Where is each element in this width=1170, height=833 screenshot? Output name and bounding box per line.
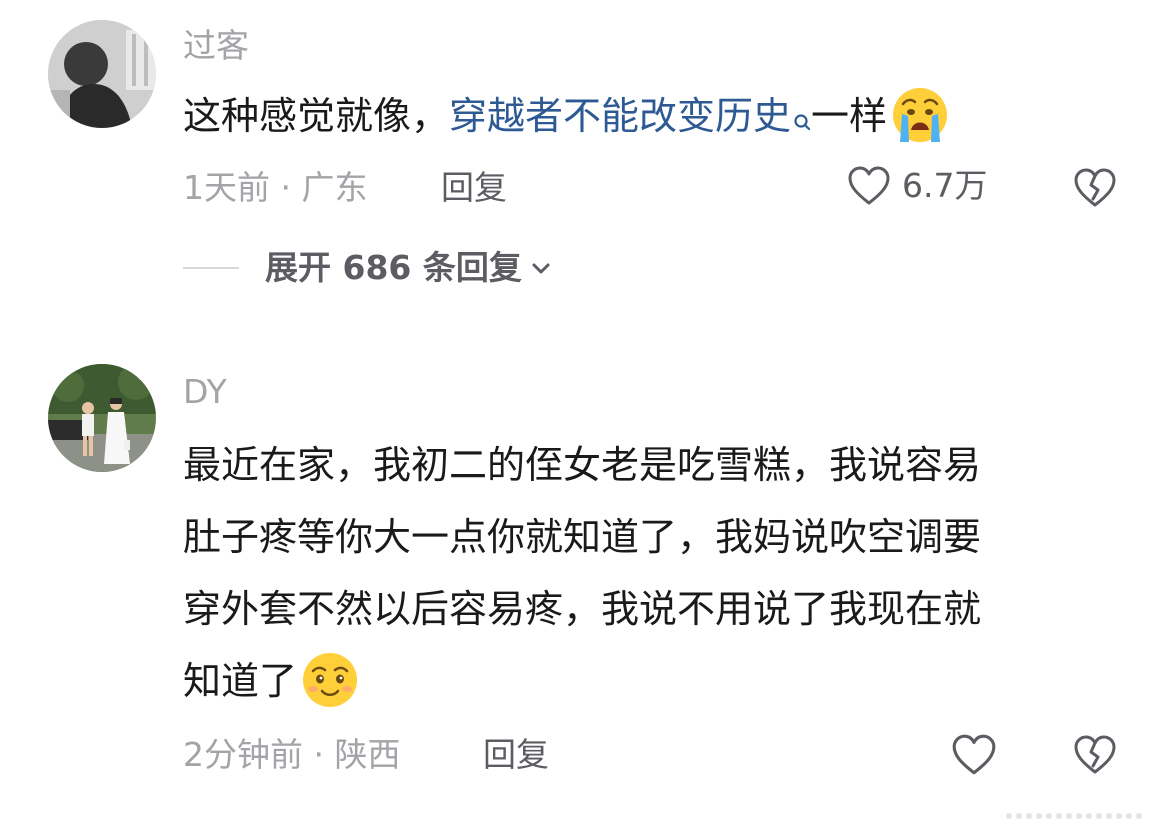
timestamp-location: 1天前 · 广东 xyxy=(183,168,368,207)
watermark-dots xyxy=(1006,813,1142,819)
comment-text-suffix: 一样 xyxy=(811,94,888,138)
heart-icon xyxy=(952,734,996,775)
comment-text-prefix: 这种感觉就像， xyxy=(183,94,450,138)
comment-text-line: 最近在家，我初二的侄女老是吃雪糕，我说容易 xyxy=(183,443,982,487)
username[interactable]: DY xyxy=(183,372,227,412)
crying-face-icon xyxy=(891,86,949,144)
reply-button[interactable]: 回复 xyxy=(483,735,549,775)
reply-button[interactable]: 回复 xyxy=(441,168,507,208)
search-icon[interactable] xyxy=(793,86,811,158)
broken-heart-icon xyxy=(1074,168,1116,207)
like-count: 6.7万 xyxy=(902,166,988,205)
comment-text: 最近在家，我初二的侄女老是吃雪糕，我说容易 肚子疼等你大一点你就知道了，我妈说吹… xyxy=(183,429,981,717)
like-button[interactable]: 6.7万 xyxy=(846,163,987,209)
smirking-face-icon xyxy=(301,651,359,709)
avatar-image xyxy=(48,20,156,128)
comment-item: 过客 这种感觉就像，穿越者不能改变历史 一样 1天前 · 广东 回复 6.7万 展… xyxy=(0,0,1170,330)
avatar[interactable] xyxy=(48,20,156,128)
dislike-button[interactable] xyxy=(1072,165,1118,215)
avatar[interactable] xyxy=(48,364,156,472)
like-button[interactable] xyxy=(950,731,998,779)
avatar-image xyxy=(48,364,156,472)
dislike-button[interactable] xyxy=(1072,732,1118,782)
divider xyxy=(183,267,239,269)
username[interactable]: 过客 xyxy=(183,26,249,66)
heart-icon xyxy=(848,166,890,205)
comment-text-line-last: 知道了 xyxy=(183,645,981,717)
comment-text: 这种感觉就像，穿越者不能改变历史 一样 xyxy=(183,80,949,158)
comment-text-line: 知道了 xyxy=(183,659,298,703)
timestamp-location: 2分钟前 · 陕西 xyxy=(183,735,401,774)
chevron-down-icon xyxy=(532,263,550,274)
expand-replies-button[interactable]: 展开 686 条回复 xyxy=(183,248,552,288)
comment-text-line: 穿外套不然以后容易疼，我说不用说了我现在就 xyxy=(183,587,982,631)
broken-heart-icon xyxy=(1074,735,1116,774)
expand-replies-label: 展开 686 条回复 xyxy=(265,248,522,287)
comment-text-line: 肚子疼等你大一点你就知道了，我妈说吹空调要 xyxy=(183,515,982,559)
search-link[interactable]: 穿越者不能改变历史 xyxy=(449,94,791,138)
